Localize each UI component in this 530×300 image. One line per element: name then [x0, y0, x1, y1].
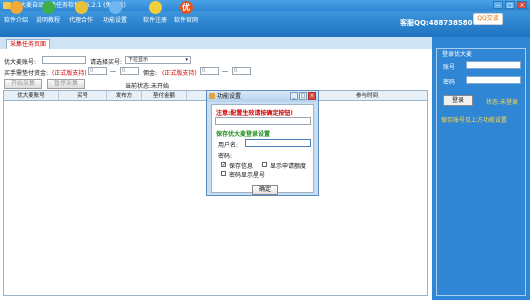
maximize-button[interactable]: □: [505, 1, 515, 9]
login-button[interactable]: 登录: [443, 95, 473, 106]
pause-collect-button[interactable]: 暂停采集: [47, 79, 85, 89]
show-apply-checkbox[interactable]: [262, 162, 267, 167]
dialog-ok-button[interactable]: 确定: [252, 185, 278, 195]
buyer-label: 请选择买号:: [90, 59, 123, 66]
column-header-account[interactable]: 优大麦账号: [4, 91, 59, 101]
commission-label: 佣金:: [143, 70, 158, 77]
minimize-button[interactable]: –: [493, 1, 503, 9]
column-header-buyer[interactable]: 买号: [59, 91, 107, 101]
chevron-down-icon: ▾: [185, 57, 188, 63]
info-icon: [9, 1, 23, 14]
service-qq: 客服QQ:488738580: [400, 19, 473, 27]
commission-max-value: 0: [234, 68, 238, 74]
sidebar-account-input[interactable]: [466, 61, 521, 69]
settings-dialog: 功能设置 _ □ × 注意:配置生效请按确定按钮! 保存优大麦登录设置 用户名:…: [206, 90, 319, 196]
commission-max-input[interactable]: 0: [232, 67, 251, 75]
sidebar-note: 保存账号见上方功能设置: [441, 117, 508, 124]
toolbar-intro-label: 软件介绍: [3, 17, 28, 24]
buyer-select[interactable]: 下拉显示 ▾: [125, 56, 191, 64]
advance-min-value: 0: [90, 68, 94, 74]
handshake-icon: [74, 1, 88, 14]
dialog-blank-field[interactable]: [215, 117, 311, 125]
column-header-join-time[interactable]: 参与时间: [307, 91, 427, 101]
tutorial-icon: [41, 1, 55, 14]
dialog-minimize-button[interactable]: _: [290, 92, 298, 100]
dialog-app-icon: [209, 93, 215, 99]
toolbar-website-button[interactable]: 优 软件官网: [172, 1, 200, 24]
key-icon: [148, 1, 162, 14]
dialog-close-button[interactable]: ×: [308, 92, 316, 100]
toolbar-tutorial-label: 说明教程: [35, 17, 60, 24]
dialog-username-label: 用户名:: [218, 142, 239, 149]
dialog-title-bar: 功能设置 _ □ ×: [207, 91, 318, 102]
close-button[interactable]: ×: [517, 1, 527, 9]
login-status: 状态:未登录: [486, 99, 519, 106]
buyer-select-value: 下拉显示: [128, 57, 149, 63]
toolbar-agent-label: 代理合作: [68, 17, 93, 24]
account-input[interactable]: [42, 56, 86, 64]
commission-min-value: 0: [202, 68, 206, 74]
toolbar-register-label: 软件注册: [142, 17, 167, 24]
toolbar-register-button[interactable]: 软件注册: [141, 1, 169, 24]
start-collect-button[interactable]: 开始采集: [4, 79, 42, 89]
login-panel-title: 登录优大麦: [441, 49, 474, 58]
toolbar-agent-button[interactable]: 代理合作: [67, 1, 95, 24]
tab-strip: [0, 37, 432, 49]
commission-min-input[interactable]: 0: [200, 67, 219, 75]
advance-min-input[interactable]: 0: [88, 67, 107, 75]
commission-support-note: (正式版支持): [162, 70, 197, 77]
dialog-password-label: 密码:: [218, 153, 233, 160]
show-password-label: 密码显示星号: [229, 172, 266, 179]
sidebar-password-input[interactable]: [466, 76, 521, 84]
save-info-label: 保存信息: [229, 163, 254, 170]
qq-chat-button[interactable]: QQ交谈: [473, 13, 503, 25]
save-info-checkbox[interactable]: ✓: [221, 162, 226, 168]
tab-collect-task[interactable]: 采集任务页面: [6, 39, 50, 49]
advance-max-value: 0: [122, 68, 126, 74]
dialog-maximize-button[interactable]: □: [299, 92, 307, 100]
toolbar-tutorial-button[interactable]: 说明教程: [34, 1, 62, 24]
toolbar-website-label: 软件官网: [173, 17, 198, 24]
toolbar-settings-label: 功能设置: [102, 17, 127, 24]
range-dash: —: [110, 68, 116, 75]
show-apply-label: 显示申请额度: [270, 163, 307, 170]
dialog-warning: 注意:配置生效请按确定按钮!: [216, 110, 294, 117]
settings-icon: [108, 1, 122, 14]
website-logo-icon: 优: [179, 1, 193, 14]
dialog-title: 功能设置: [217, 93, 242, 100]
sidebar-account-label: 账号: [443, 64, 456, 71]
sidebar-password-label: 密码: [443, 79, 456, 86]
dialog-section-title: 保存优大麦登录设置: [216, 131, 271, 138]
advance-support-note: (正式版支持): [52, 70, 87, 77]
range-dash-2: —: [222, 68, 228, 75]
show-password-checkbox[interactable]: [221, 171, 226, 176]
dialog-username-input[interactable]: [245, 139, 311, 147]
advance-label: 买手需垫付资金:: [4, 70, 49, 77]
dialog-body: 注意:配置生效请按确定按钮! 保存优大麦登录设置 用户名: 密码: ✓ 保存信息…: [211, 104, 314, 193]
current-status: 当前状态:未开始: [125, 83, 170, 90]
account-label: 优大麦账号:: [4, 59, 37, 66]
advance-max-input[interactable]: 0: [120, 67, 139, 75]
column-header-publisher[interactable]: 发布方: [107, 91, 142, 101]
column-header-advance[interactable]: 垫付金额: [142, 91, 187, 101]
toolbar-intro-button[interactable]: 软件介绍: [2, 1, 30, 24]
toolbar-settings-button[interactable]: 功能设置: [101, 1, 129, 24]
